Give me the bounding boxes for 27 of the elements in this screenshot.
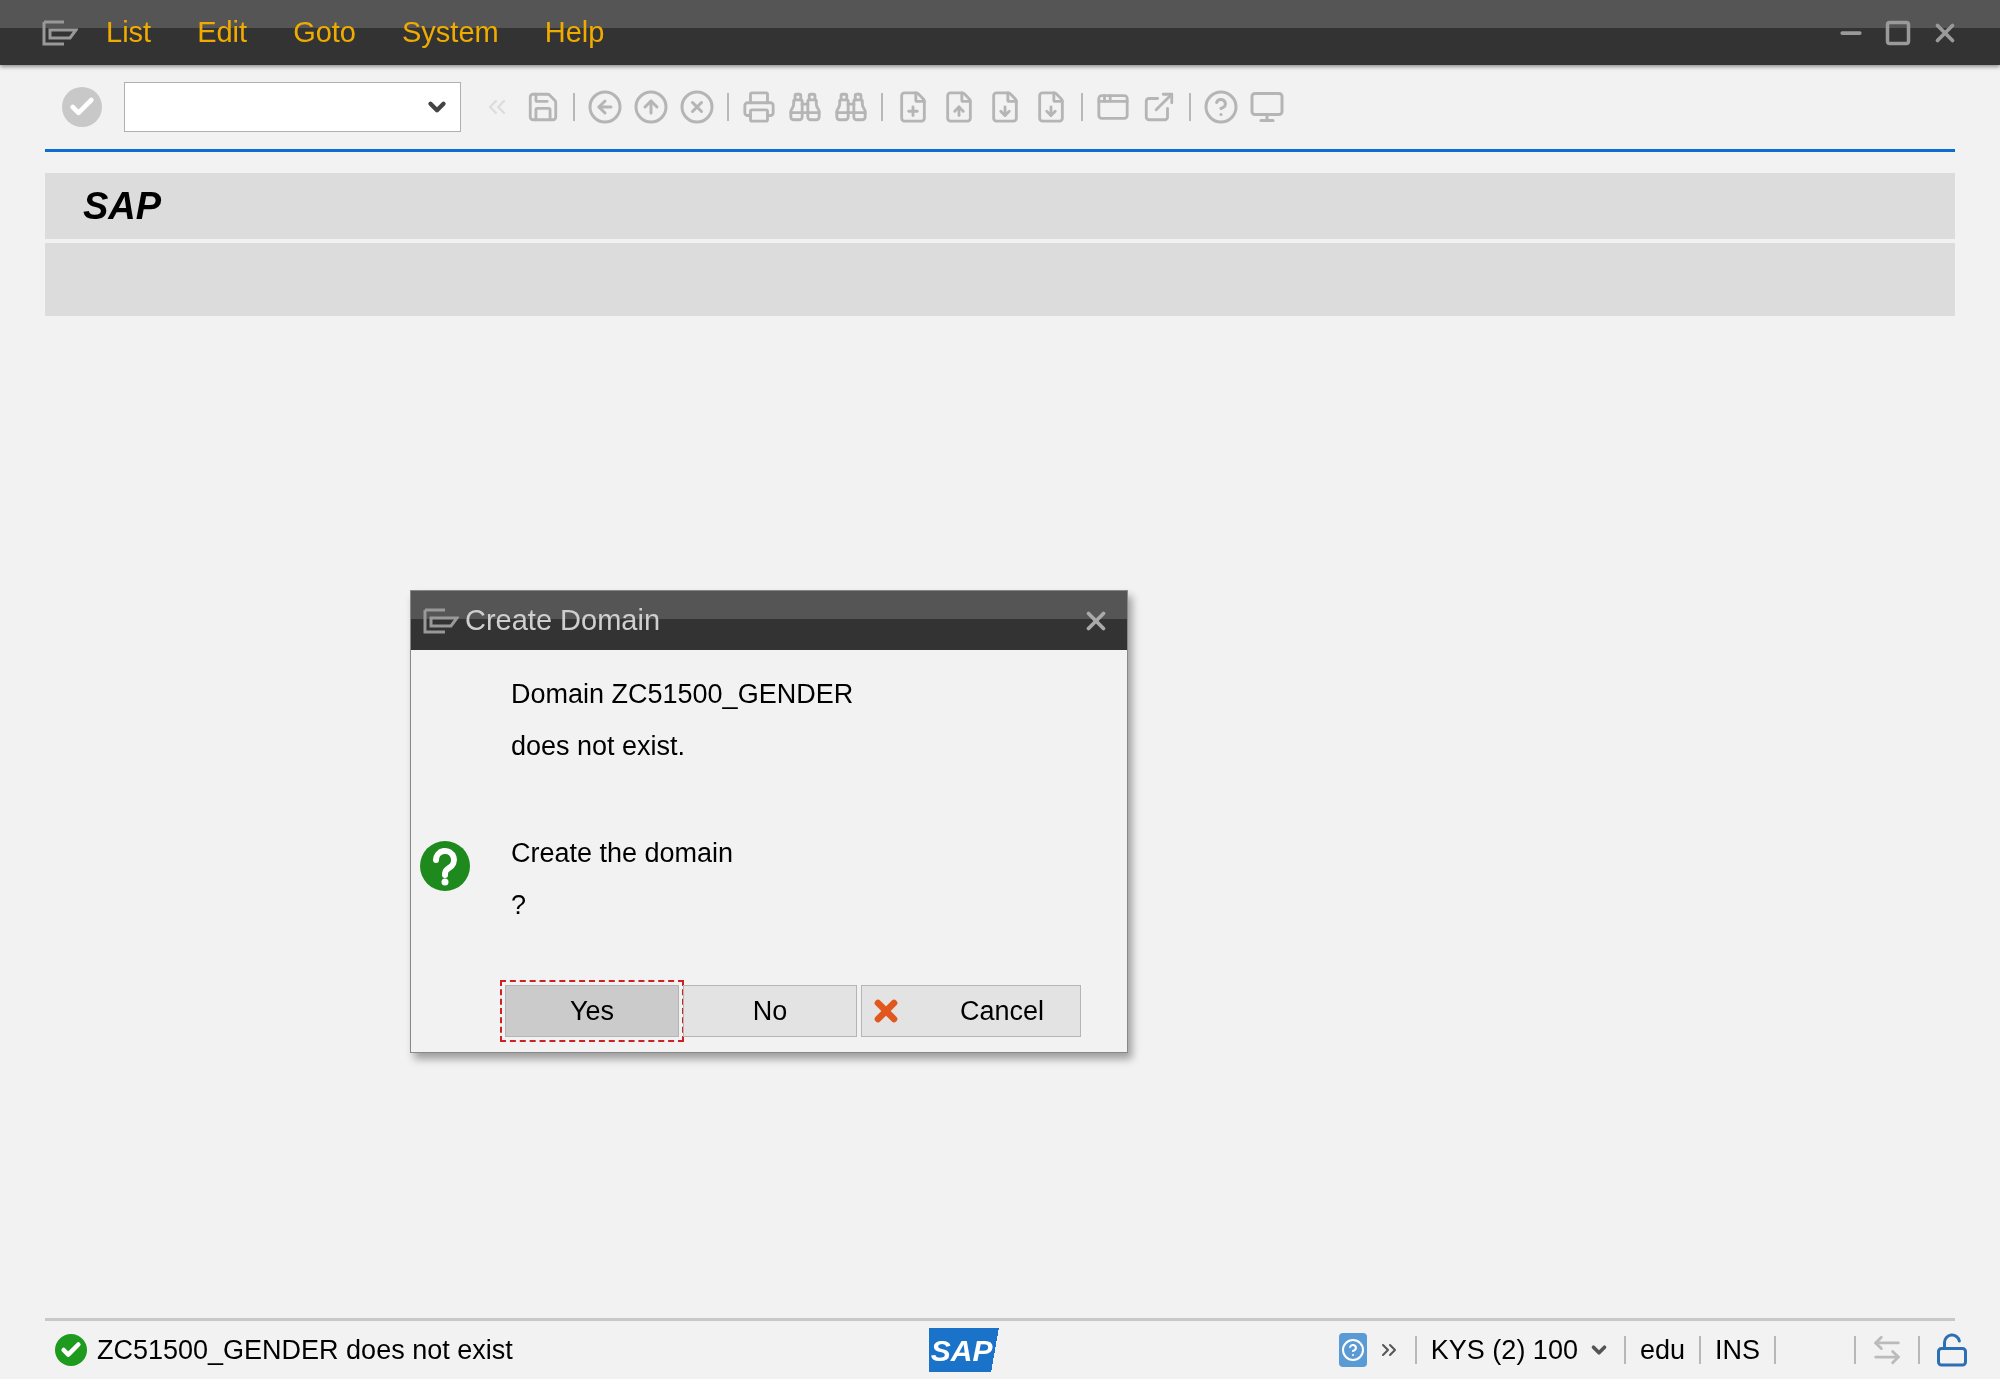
menu-icon[interactable] (42, 19, 78, 46)
dialog-menu-icon[interactable] (423, 607, 459, 634)
input-mode: INS (1715, 1333, 1760, 1367)
success-icon (55, 1334, 87, 1366)
maximize-icon[interactable] (1884, 18, 1912, 47)
dialog-message: Domain ZC51500_GENDER (511, 678, 855, 711)
system-info: KYS (2) 100 (1430, 1333, 1578, 1367)
dialog-button[interactable]: No (683, 985, 857, 1037)
menu-item[interactable]: Goto (293, 10, 356, 55)
logo-text: SAP (930, 1332, 993, 1369)
server-name: edu (1639, 1333, 1685, 1367)
menu-item[interactable]: Edit (197, 10, 248, 55)
menu-item[interactable]: System (402, 10, 499, 55)
dialog-button[interactable]: Cancel (861, 985, 1081, 1037)
menu-item[interactable]: Help (544, 10, 605, 55)
enter-icon[interactable] (62, 87, 102, 127)
status-message: ZC51500_GENDER does not exist (97, 1333, 513, 1367)
command-field[interactable] (124, 82, 461, 132)
dialog-question: ? (511, 889, 528, 922)
dialog-title: Create Domain (465, 602, 661, 638)
dialog-question: Create the domain (511, 837, 735, 870)
help-icon[interactable] (1338, 1333, 1367, 1367)
dialog-message: does not exist. (511, 730, 687, 763)
question-icon (419, 840, 471, 892)
lock-icon[interactable] (1934, 1332, 1970, 1368)
menu-item[interactable]: List (106, 10, 152, 55)
page-title: SAP (83, 183, 162, 229)
